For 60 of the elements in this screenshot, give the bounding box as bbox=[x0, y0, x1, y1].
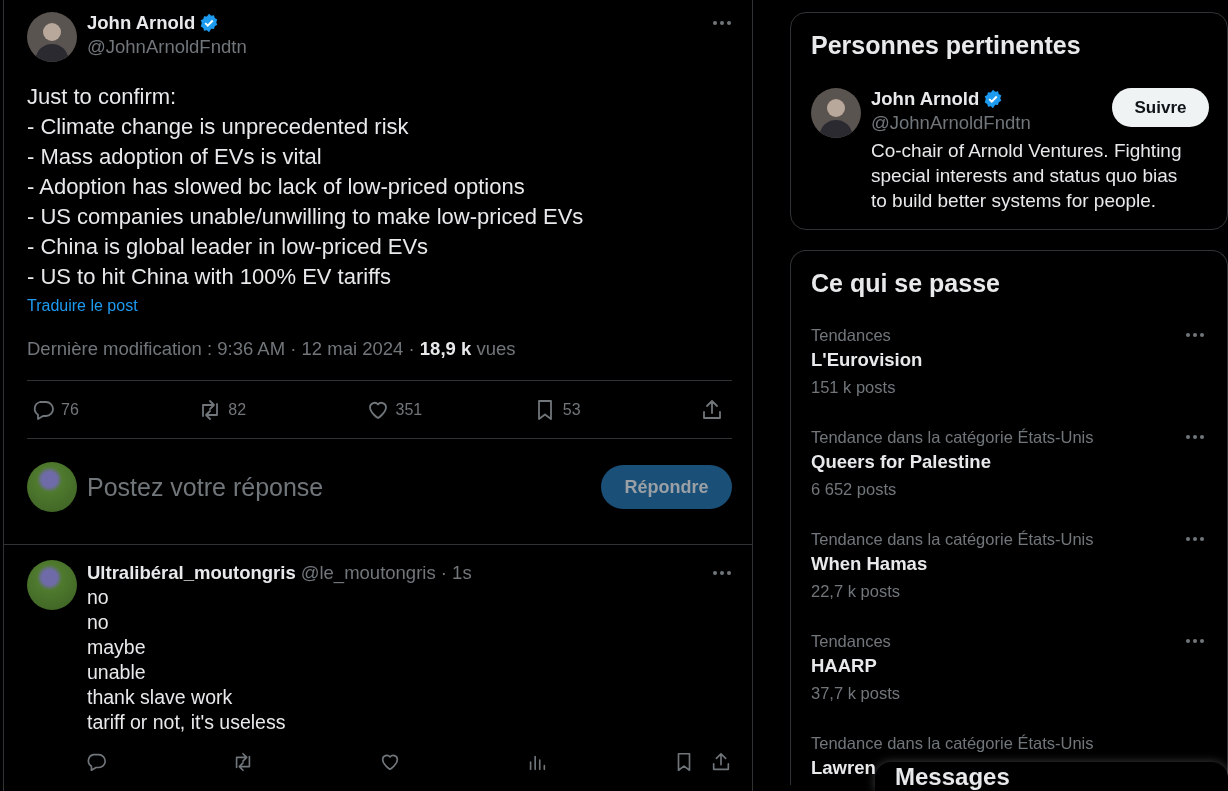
trend-post-count: 151 k posts bbox=[811, 377, 896, 398]
card-title: Personnes pertinentes bbox=[811, 30, 1081, 60]
reply-text-line: no bbox=[87, 610, 109, 635]
trend-name[interactable]: Queers for Palestine bbox=[811, 448, 991, 476]
person-bio: Co-chair of Arnold Ventures. Fighting special interests and status quo bias to build better systems for people. bbox=[871, 139, 1183, 213]
reply-text-line: unable bbox=[87, 660, 146, 685]
trend-name[interactable]: When Hamas bbox=[811, 550, 928, 578]
bookmark-button[interactable]: 53 bbox=[532, 397, 686, 422]
repost-button[interactable]: 82 bbox=[198, 397, 352, 422]
author-name[interactable]: John Arnold bbox=[87, 12, 196, 34]
post-text-line: Just to confirm: bbox=[27, 83, 177, 111]
trend-post-count: 22,7 k posts bbox=[811, 581, 900, 602]
share-button[interactable] bbox=[700, 397, 724, 422]
speech-bubble-icon bbox=[85, 751, 107, 773]
photo-placeholder[interactable] bbox=[27, 560, 77, 610]
trend-name[interactable]: L'Eurovision bbox=[811, 346, 923, 374]
trend-category: Tendance dans la catégorie États-Unis bbox=[811, 529, 1094, 550]
post-text-line: - US companies unable/unwilling to make low-priced EVs bbox=[27, 203, 584, 231]
author-handle[interactable]: @JohnArnoldFndtn bbox=[87, 34, 702, 60]
share-button[interactable] bbox=[710, 751, 732, 773]
avatar-silhouette-icon[interactable] bbox=[811, 88, 861, 138]
translate-link[interactable]: Traduire le post bbox=[27, 296, 138, 316]
like-button[interactable]: 351 bbox=[365, 397, 519, 422]
trend-name[interactable]: HAARP bbox=[811, 652, 877, 680]
reply-button[interactable]: 76 bbox=[31, 397, 184, 422]
drawer-title: Messages bbox=[895, 764, 1010, 790]
post-text-line: - China is global leader in low-priced EVs bbox=[27, 233, 429, 261]
post-text-line: - Adoption has slowed bc lack of low-priced options bbox=[27, 173, 525, 201]
avatar-silhouette-icon[interactable] bbox=[27, 12, 77, 62]
reply-handle-time: @le_moutongris · 1s bbox=[300, 561, 473, 585]
post-text-line: - US to hit China with 100% EV tariffs bbox=[27, 263, 391, 291]
trend-name[interactable]: Lawren bbox=[811, 754, 876, 782]
share-icon bbox=[700, 397, 724, 422]
reply-text-line: no bbox=[87, 585, 109, 610]
reply-author-name[interactable]: Ultralibéral_moutongris bbox=[87, 560, 296, 585]
more-options-icon[interactable] bbox=[712, 569, 732, 576]
follow-button[interactable]: Suivre bbox=[1112, 88, 1209, 127]
trend-category: Tendance dans la catégorie États-Unis bbox=[811, 733, 1094, 754]
photo-placeholder[interactable] bbox=[27, 462, 77, 512]
reply-text-line: tariff or not, it's useless bbox=[87, 710, 286, 735]
more-options-icon[interactable] bbox=[1185, 638, 1205, 644]
trend-category: Tendance dans la catégorie États-Unis bbox=[811, 427, 1094, 448]
messages-drawer[interactable]: Messages bbox=[875, 762, 1228, 791]
more-options-icon[interactable] bbox=[1185, 434, 1205, 440]
more-options-icon[interactable] bbox=[1185, 332, 1205, 338]
post-text-line: - Climate change is unprecedented risk bbox=[27, 113, 409, 141]
more-options-icon[interactable] bbox=[1185, 536, 1205, 542]
trend-post-count: 6 652 posts bbox=[811, 479, 897, 500]
more-options-icon[interactable] bbox=[712, 20, 732, 26]
share-icon bbox=[710, 751, 732, 773]
post-metadata: Dernière modification : 9:36 AM · 12 mai 2024 · 18,9 k vues bbox=[27, 338, 516, 360]
reply-text-line: thank slave work bbox=[87, 685, 233, 710]
person-handle[interactable]: @JohnArnoldFndtn bbox=[871, 110, 1112, 136]
trend-category: Tendances bbox=[811, 631, 891, 652]
trend-post-count: 37,7 k posts bbox=[811, 683, 900, 704]
reply-text-line: maybe bbox=[87, 635, 146, 660]
person-name[interactable]: John Arnold bbox=[871, 88, 980, 110]
card-title: Ce qui se passe bbox=[811, 268, 1000, 298]
trend-category: Tendances bbox=[811, 325, 891, 346]
post-text-line: - Mass adoption of EVs is vital bbox=[27, 143, 322, 171]
